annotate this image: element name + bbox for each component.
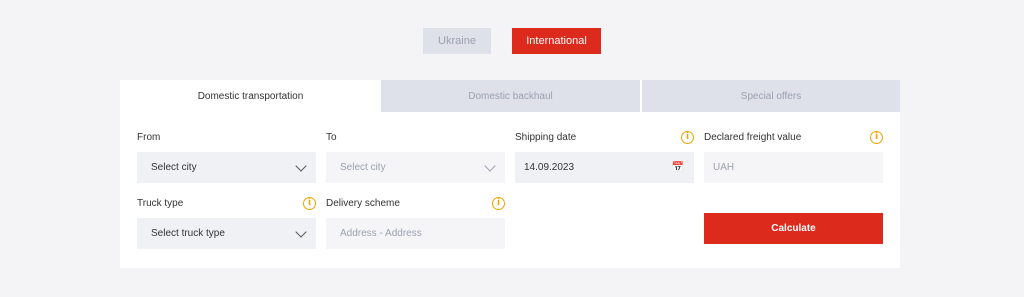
to-label: To <box>326 132 337 143</box>
info-icon[interactable]: i <box>681 131 694 144</box>
chevron-down-icon <box>295 226 307 238</box>
declared-value-placeholder: UAH <box>713 162 735 173</box>
tab-special-offers[interactable]: Special offers <box>642 80 900 112</box>
to-select-value: Select city <box>340 162 386 173</box>
info-icon[interactable]: i <box>303 197 316 210</box>
from-select[interactable]: Select city <box>137 152 316 183</box>
info-icon[interactable]: i <box>870 131 883 144</box>
truck-type-label: Truck type <box>137 198 184 209</box>
truck-type-field: Truck type i Select truck type <box>137 197 316 249</box>
from-field: From Select city <box>137 131 316 183</box>
region-international-button[interactable]: International <box>512 28 601 54</box>
region-switch: Ukraine International <box>0 28 1024 54</box>
delivery-scheme-label: Delivery scheme <box>326 198 400 209</box>
calculate-button[interactable]: Calculate <box>704 213 883 244</box>
to-field: To Select city <box>326 131 505 183</box>
tab-domestic-backhaul[interactable]: Domestic backhaul <box>381 80 640 112</box>
declared-value-field: Declared freight value i UAH <box>704 131 883 183</box>
delivery-scheme-placeholder: Address - Address <box>340 228 422 239</box>
truck-type-value: Select truck type <box>151 228 225 239</box>
delivery-scheme-input[interactable]: Address - Address <box>326 218 505 249</box>
from-label: From <box>137 132 161 143</box>
shipping-date-label: Shipping date <box>515 132 577 143</box>
from-select-value: Select city <box>151 162 197 173</box>
shipping-date-value: 14.09.2023 <box>524 162 575 173</box>
truck-type-select[interactable]: Select truck type <box>137 218 316 249</box>
delivery-scheme-field: Delivery scheme i Address - Address <box>326 197 505 249</box>
to-select[interactable]: Select city <box>326 152 505 183</box>
declared-value-input[interactable]: UAH <box>704 152 883 183</box>
tab-domestic-transportation[interactable]: Domestic transportation <box>120 80 381 112</box>
region-ukraine-button[interactable]: Ukraine <box>423 28 491 54</box>
info-icon[interactable]: i <box>492 197 505 210</box>
calculator-panel: Domestic transportation Domestic backhau… <box>120 80 900 268</box>
calendar-icon[interactable]: 📅 <box>672 162 684 173</box>
shipping-date-input[interactable]: 14.09.2023 📅 <box>515 152 694 183</box>
declared-value-label: Declared freight value <box>704 132 802 143</box>
chevron-down-icon <box>295 160 307 172</box>
chevron-down-icon <box>484 160 496 172</box>
tab-bar: Domestic transportation Domestic backhau… <box>120 80 900 112</box>
shipping-date-field: Shipping date i 14.09.2023 📅 <box>515 131 694 183</box>
